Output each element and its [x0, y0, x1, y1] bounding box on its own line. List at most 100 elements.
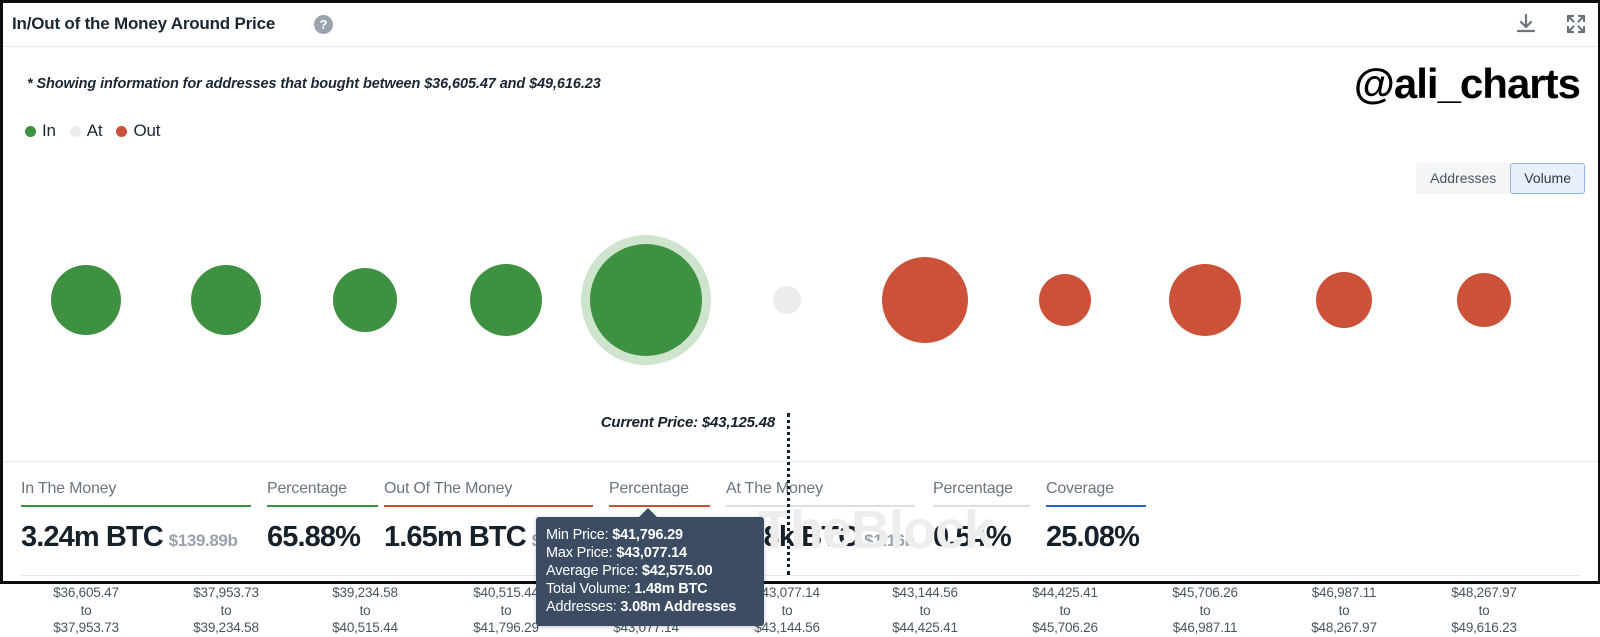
x-label-low: $48,267.97 [1451, 585, 1517, 600]
x-axis-label-10: $48,267.97 to $49,616.23 [1409, 584, 1559, 637]
bubble-in-2[interactable] [333, 268, 397, 332]
x-label-to: to [80, 602, 92, 618]
current-price-line [787, 413, 790, 575]
bubble-tooltip: Min Price: $41,796.29 Max Price: $43,077.… [536, 508, 764, 626]
bubble-in-1[interactable] [191, 265, 261, 335]
tooltip-row-4: Addresses: 3.08m Addresses [536, 598, 764, 616]
bubble-chart: TheBlock Current Price: $43,125.48 $36,6… [3, 199, 1598, 635]
legend-label-in: In [42, 121, 56, 140]
tooltip-row-1: Max Price: $43,077.14 [536, 544, 764, 562]
x-label-high: $39,234.58 [193, 620, 259, 635]
tooltip-row-label: Average Price: [546, 563, 642, 579]
x-axis-label-8: $45,706.26 to $46,987.11 [1130, 584, 1280, 637]
metric-5: Percentage 0.54% [933, 480, 1030, 554]
x-label-high: $46,987.11 [1172, 620, 1238, 635]
bubble-at-5[interactable] [773, 286, 801, 314]
metric-1: Percentage 65.88% [267, 480, 378, 554]
x-label-low: $43,144.56 [892, 585, 958, 600]
x-label-high: $44,425.41 [892, 620, 958, 635]
metric-rule [933, 505, 1030, 507]
x-label-high: $40,515.44 [332, 620, 398, 635]
x-axis-label-2: $39,234.58 to $40,515.44 [290, 584, 440, 637]
panel-header: In/Out of the Money Around Price ? [3, 3, 1598, 47]
tooltip-row-0: Min Price: $41,796.29 [536, 526, 764, 544]
metric-0: In The Money 3.24m BTC $139.89b [21, 480, 251, 554]
metric-rule [384, 505, 593, 507]
metric-rule [267, 505, 378, 507]
metric-label: At The Money [726, 480, 823, 497]
metric-label: Out Of The Money [384, 480, 513, 497]
x-label-low: $36,605.47 [53, 585, 119, 600]
x-axis-label-7: $44,425.41 to $45,706.26 [990, 584, 1140, 637]
tooltip-rows: Min Price: $41,796.29 Max Price: $43,077.… [536, 526, 764, 616]
x-axis-label-9: $46,987.11 to $48,267.97 [1269, 584, 1419, 637]
tooltip-row-value: $41,796.29 [612, 527, 683, 543]
question-mark-icon[interactable]: ? [314, 15, 333, 34]
x-label-low: $45,706.26 [1172, 585, 1238, 600]
x-label-high: $37,953.73 [53, 620, 119, 635]
x-label-low: $39,234.58 [332, 585, 398, 600]
legend-dot-in-icon [25, 125, 36, 137]
tooltip-row-label: Addresses: [546, 599, 621, 615]
metric-rule [726, 505, 915, 507]
legend-dot-out-icon [116, 125, 128, 137]
x-axis-label-0: $36,605.47 to $37,953.73 [11, 584, 161, 637]
bubble-in-4[interactable] [590, 244, 702, 356]
fullscreen-icon[interactable] [1564, 12, 1588, 36]
toggle-volume-button[interactable]: Volume [1510, 163, 1585, 194]
legend-item-in[interactable]: In [25, 121, 56, 141]
x-label-to: to [220, 602, 232, 618]
x-label-low: $46,987.11 [1311, 585, 1377, 600]
legend-dot-at-icon [69, 125, 81, 137]
tooltip-row-3: Total Volume: 1.48m BTC [536, 580, 764, 598]
tooltip-arrow [638, 508, 658, 518]
toggle-addresses-button[interactable]: Addresses [1416, 163, 1511, 194]
metric-label: Coverage [1046, 480, 1114, 497]
bubble-in-0[interactable] [51, 265, 121, 335]
bubble-in-3[interactable] [470, 264, 542, 336]
bubble-out-7[interactable] [1039, 274, 1091, 326]
tooltip-row-value: $43,077.14 [616, 545, 687, 561]
download-icon[interactable] [1514, 12, 1538, 36]
legend-label-at: At [86, 121, 103, 140]
metric-value: 25.08% [1046, 521, 1140, 553]
tooltip-row-2: Average Price: $42,575.00 [536, 562, 764, 580]
legend-item-out[interactable]: Out [116, 121, 160, 141]
author-handle: @ali_charts [1353, 60, 1581, 107]
x-axis-label-1: $37,953.73 to $39,234.58 [151, 584, 301, 637]
summary-metrics: In The Money 3.24m BTC $139.89b Percentage 6… [3, 461, 1598, 582]
x-label-low: $37,953.73 [193, 585, 259, 600]
x-label-to: to [919, 602, 931, 618]
metric-rule [609, 505, 710, 507]
tooltip-row-label: Min Price: [546, 527, 613, 543]
bubble-out-10[interactable] [1457, 273, 1511, 327]
metric-rule [1046, 505, 1146, 507]
metric-6: Coverage 25.08% [1046, 480, 1146, 554]
tooltip-row-value: $42,575.00 [641, 563, 713, 579]
page-title: In/Out of the Money Around Price [12, 14, 276, 33]
metric-label: Percentage [267, 480, 347, 497]
x-label-high: $45,706.26 [1032, 620, 1098, 635]
metric-subvalue: $1.16b [864, 531, 915, 550]
tooltip-row-value: 3.08m Addresses [620, 599, 737, 615]
tooltip-row-label: Total Volume: [546, 581, 635, 597]
x-label-to: to [359, 602, 371, 618]
metric-value: 3.24m BTC $139.89b [21, 521, 238, 553]
x-axis-line [21, 575, 1581, 576]
metric-value: 0.54% [933, 521, 1012, 553]
legend-item-at[interactable]: At [69, 121, 103, 141]
bubble-out-8[interactable] [1169, 264, 1241, 336]
metric-subvalue: $139.89b [168, 531, 238, 550]
bubble-out-6[interactable] [882, 257, 968, 343]
legend: In At Out [25, 121, 174, 141]
metric-label: Percentage [609, 480, 689, 497]
disclaimer-note: * Showing information for addresses that… [27, 76, 601, 92]
chart-panel: In/Out of the Money Around Price ? * Sho… [0, 0, 1600, 635]
bubble-out-9[interactable] [1316, 272, 1372, 328]
x-label-high: $48,267.97 [1311, 620, 1377, 635]
header-actions [1514, 12, 1588, 36]
legend-label-out: Out [133, 121, 161, 140]
x-label-high: $49,616.23 [1451, 620, 1517, 635]
x-label-to: to [1338, 602, 1350, 618]
x-label-to: to [1478, 602, 1490, 618]
